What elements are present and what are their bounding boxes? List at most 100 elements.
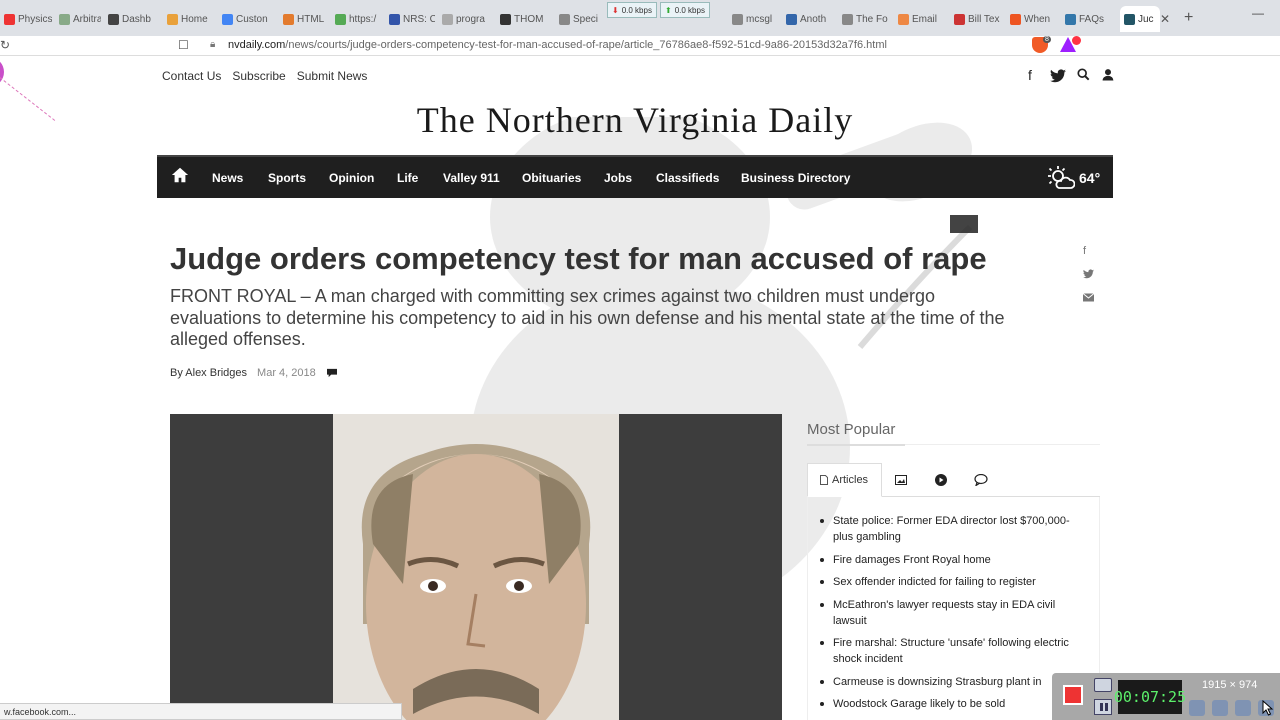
nav-item[interactable]: News — [212, 171, 243, 185]
browser-tab[interactable]: FAQs — [1061, 8, 1117, 30]
publish-date: Mar 4, 2018 — [257, 367, 316, 379]
capture-size: 1915 × 974 — [1202, 679, 1258, 691]
browser-tab-label: Arbitra — [73, 13, 101, 25]
browser-tab[interactable]: mcsgl — [728, 8, 780, 30]
most-popular-item[interactable]: Fire marshal: Structure 'unsafe' followi… — [818, 635, 1086, 667]
browser-tab[interactable]: HTML — [279, 8, 329, 30]
comment-bubble-icon — [974, 474, 988, 486]
tab-favicon-icon — [335, 13, 346, 25]
recording-timer: 00:07:25 — [1114, 680, 1186, 714]
most-popular-item[interactable]: State police: Former EDA director lost $… — [818, 513, 1086, 545]
share-facebook-icon[interactable]: f — [1083, 245, 1086, 257]
browser-tab[interactable]: progra — [438, 8, 493, 30]
article-photo[interactable] — [170, 414, 782, 720]
browser-tab[interactable]: Dashb — [104, 8, 160, 30]
mouse-cursor-icon — [1262, 700, 1274, 716]
weather-temperature[interactable]: 64° — [1079, 170, 1100, 186]
search-icon[interactable] — [1077, 68, 1090, 81]
most-popular-title: Most Popular — [807, 421, 905, 446]
reload-icon[interactable]: ↻ — [0, 38, 10, 52]
browser-tab[interactable]: https:/ — [331, 8, 383, 30]
utility-links: Contact Us Subscribe Submit News — [162, 69, 367, 83]
window-minimize-button[interactable]: — — [1252, 6, 1264, 20]
pause-recording-button[interactable] — [1094, 699, 1112, 715]
twitter-icon[interactable] — [1050, 69, 1066, 83]
most-popular-item[interactable]: Fire damages Front Royal home — [818, 552, 1086, 568]
microphone-icon[interactable] — [1212, 700, 1228, 716]
new-tab-button[interactable]: + — [1184, 9, 1193, 27]
browser-tab-label: Juc — [1138, 13, 1154, 25]
browser-tab[interactable]: Bill Tex — [950, 8, 1002, 30]
nav-item[interactable]: Valley 911 — [443, 171, 500, 185]
most-popular-item[interactable]: Woodstock Garage likely to be sold — [818, 696, 1086, 712]
tab-videos[interactable] — [935, 463, 947, 497]
most-popular-item[interactable]: McEathron's lawyer requests stay in EDA … — [818, 597, 1086, 629]
browser-tab[interactable]: NRS: C — [385, 8, 435, 30]
browser-tab-label: FAQs — [1079, 13, 1105, 25]
nav-item[interactable]: Obituaries — [522, 171, 581, 185]
browser-tab[interactable]: Email — [894, 8, 946, 30]
browser-tab-label: HTML — [297, 13, 325, 25]
user-account-icon[interactable] — [1102, 68, 1114, 81]
browser-tab-label: NRS: C — [403, 13, 435, 25]
bookmark-icon[interactable]: ☐ — [178, 38, 189, 52]
tab-favicon-icon — [108, 13, 119, 25]
browser-tab[interactable]: Custon — [218, 8, 276, 30]
nav-item[interactable]: Opinion — [329, 171, 374, 185]
browser-tab[interactable]: Home — [163, 8, 215, 30]
tab-favicon-icon — [898, 13, 909, 25]
camera-icon[interactable] — [1094, 678, 1112, 692]
nav-item[interactable]: Sports — [268, 171, 306, 185]
most-popular-item[interactable]: Sex offender indicted for failing to reg… — [818, 574, 1086, 590]
utility-link[interactable]: Subscribe — [232, 69, 285, 83]
tab-images[interactable] — [895, 463, 907, 497]
tab-favicon-icon — [1124, 13, 1135, 25]
utility-link[interactable]: Submit News — [297, 69, 368, 83]
webcam-icon[interactable] — [1235, 700, 1251, 716]
browser-tab[interactable]: Juc — [1120, 6, 1160, 32]
main-navigation: News Sports Opinion Life Valley 911 Obituarie… — [157, 155, 1113, 198]
article-summary: FRONT ROYAL – A man charged with committ… — [170, 286, 1005, 349]
url-field[interactable]: nvdaily.com/news/courts/judge-orders-com… — [228, 39, 887, 51]
nav-item[interactable]: Jobs — [604, 171, 632, 185]
browser-tab[interactable]: THOM — [496, 8, 552, 30]
tab-favicon-icon — [167, 13, 178, 25]
lock-icon[interactable]: 🔒︎ — [210, 39, 215, 50]
browser-tab[interactable]: When — [1006, 8, 1058, 30]
speaker-icon[interactable] — [1189, 700, 1205, 716]
comments-icon[interactable] — [326, 368, 338, 378]
tab-comments[interactable] — [974, 463, 988, 497]
close-tab-icon[interactable]: ✕ — [1160, 12, 1170, 26]
url-host: nvdaily.com — [228, 39, 286, 51]
share-email-icon[interactable] — [1083, 293, 1094, 302]
home-icon[interactable] — [171, 166, 189, 184]
browser-tab[interactable]: Anoth — [782, 8, 834, 30]
browser-tab[interactable]: Physics — [0, 8, 52, 30]
tab-favicon-icon — [4, 13, 15, 25]
share-twitter-icon[interactable] — [1083, 269, 1094, 279]
facebook-icon[interactable]: f — [1028, 67, 1032, 83]
author-link[interactable]: By Alex Bridges — [170, 367, 247, 379]
nav-item[interactable]: Classifieds — [656, 171, 719, 185]
browser-tab-label: progra — [456, 13, 485, 25]
rewards-badge — [1072, 36, 1081, 45]
article-byline: By Alex Bridges Mar 4, 2018 — [170, 367, 338, 379]
download-speed-meter: ⬇ 0.0 kbps — [607, 2, 657, 18]
nav-item[interactable]: Business Directory — [741, 171, 850, 185]
utility-link[interactable]: Contact Us — [162, 69, 221, 83]
browser-tab-label: The Fo — [856, 13, 888, 25]
mugshot-image — [333, 414, 619, 720]
browser-tab[interactable]: Speci — [555, 8, 605, 30]
browser-tab[interactable]: The Fo — [838, 8, 890, 30]
nav-item[interactable]: Life — [397, 171, 418, 185]
most-popular-item[interactable]: Carmeuse is downsizing Strasburg plant i… — [818, 674, 1086, 690]
tab-favicon-icon — [283, 13, 294, 25]
tab-articles[interactable]: Articles — [807, 463, 882, 497]
tab-favicon-icon — [222, 13, 233, 25]
browser-tab[interactable]: Arbitra — [55, 8, 101, 30]
stop-recording-button[interactable] — [1063, 685, 1083, 705]
browser-tab-label: Custon — [236, 13, 268, 25]
tab-favicon-icon — [442, 13, 453, 25]
browser-tab-label: Physics — [18, 13, 52, 25]
site-masthead[interactable]: The Northern Virginia Daily — [0, 99, 1270, 141]
